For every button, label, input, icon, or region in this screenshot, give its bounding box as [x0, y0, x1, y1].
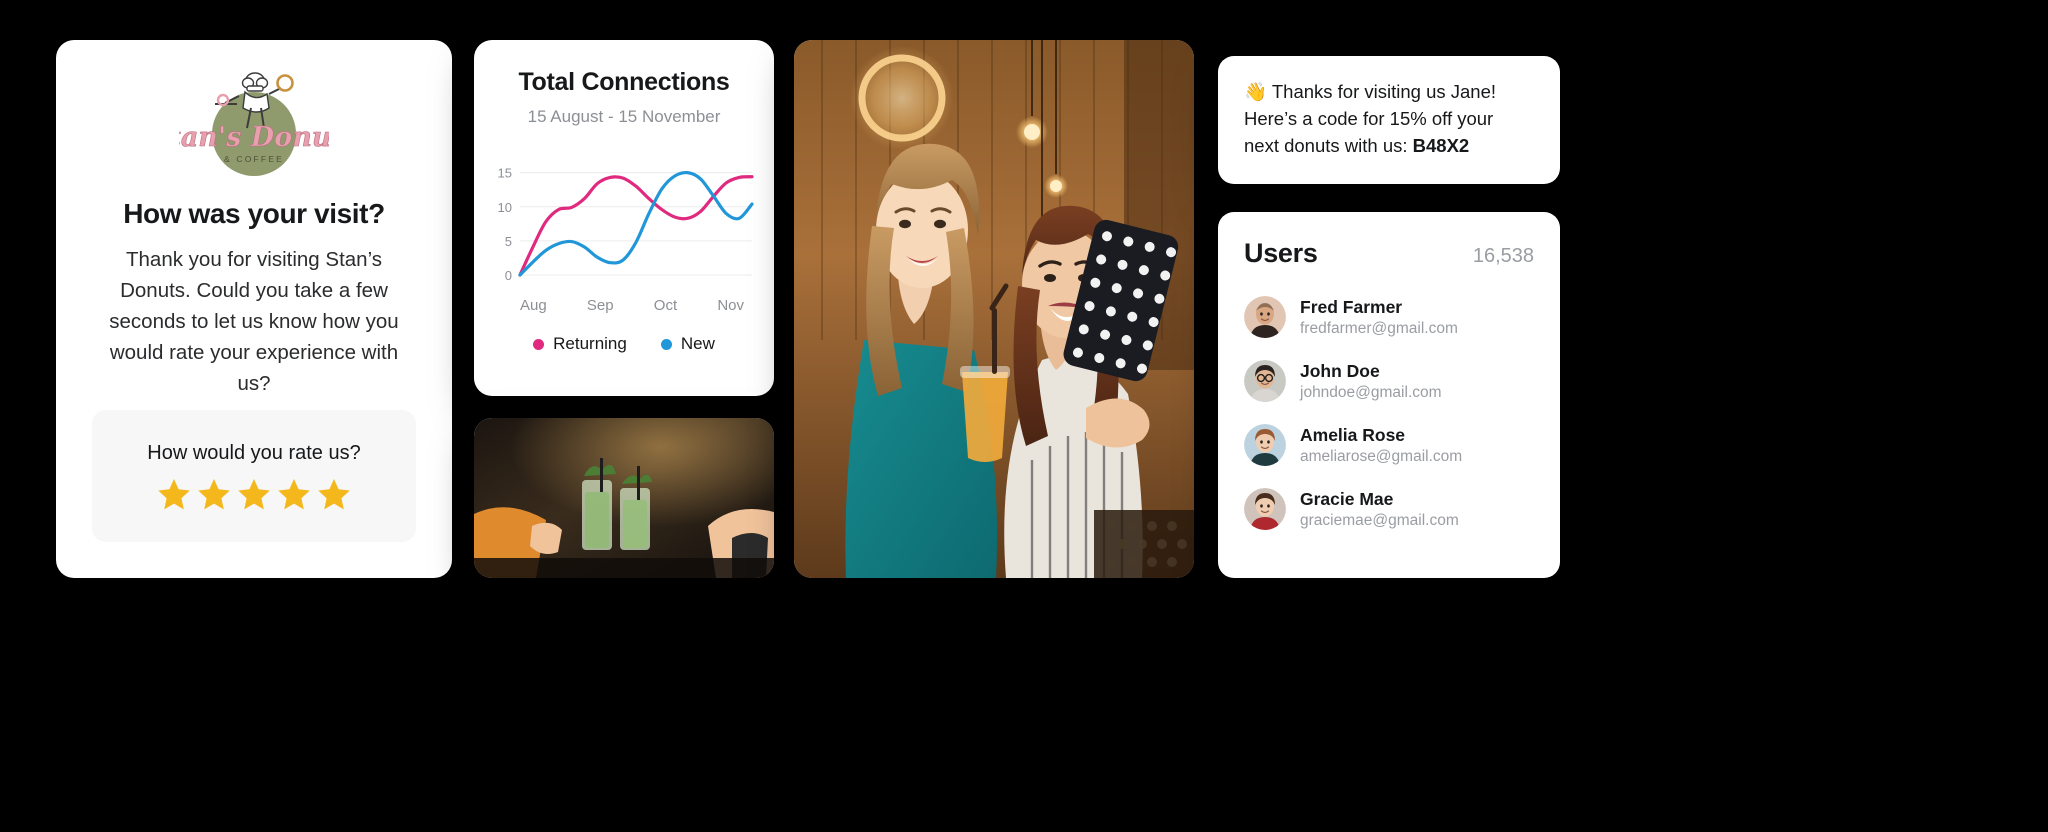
star-icon[interactable] [157, 477, 191, 511]
legend-item[interactable]: New [660, 334, 715, 354]
x-tick-label: Oct [653, 297, 678, 314]
promo-code: B48X2 [1412, 135, 1470, 156]
avatar-john-doe-icon [1244, 360, 1286, 402]
legend-dot-icon [533, 338, 545, 350]
wave-emoji-icon: 👋 [1244, 81, 1268, 102]
svg-text:& COFFEE: & COFFEE [224, 154, 284, 164]
user-name: Gracie Mae [1300, 488, 1394, 509]
chart-title: Total Connections [518, 68, 730, 96]
screenshot-stage: Stan's Donuts & COFFEE How was your visi… [0, 0, 2048, 832]
svg-text:5: 5 [505, 234, 512, 249]
legend-label: New [680, 334, 715, 353]
legend-label: Returning [553, 334, 627, 353]
promo-line-3-prefix: next donuts with us: [1244, 135, 1413, 156]
star-icon[interactable] [317, 477, 351, 511]
chart-plot-area: 0 5 10 15 [490, 145, 758, 293]
x-tick-label: Sep [586, 297, 614, 314]
feedback-title: How was your visit? [123, 198, 385, 229]
user-list-item[interactable]: Fred Farmer fredfarmer@gmail.com [1244, 285, 1534, 349]
legend-item[interactable]: Returning [533, 334, 627, 354]
user-list-item[interactable]: Amelia Rose ameliarose@gmail.com [1244, 413, 1534, 477]
chart-legend: Returning New [474, 334, 774, 354]
photo-card-selfie [794, 40, 1194, 578]
legend-dot-icon [660, 338, 672, 350]
stans-donuts-logo: Stan's Donuts & COFFEE [56, 56, 452, 188]
user-list: Fred Farmer fredfarmer@gmail.com John Doe j… [1244, 285, 1534, 541]
star-icon[interactable] [277, 477, 311, 511]
user-name: Fred Farmer [1300, 296, 1403, 317]
user-email: johndoe@gmail.com [1300, 383, 1442, 401]
x-tick-label: Aug [520, 297, 547, 314]
chart-x-axis: Aug Sep Oct Nov [520, 297, 744, 314]
promo-message-text: 👋 Thanks for visiting us Jane! Here’s a c… [1244, 78, 1534, 159]
user-list-item[interactable]: John Doe johndoe@gmail.com [1244, 349, 1534, 413]
chart-subtitle: 15 August - 15 November [527, 107, 721, 126]
avatar [1244, 424, 1286, 466]
users-count: 16,538 [1472, 245, 1534, 267]
svg-text:10: 10 [498, 200, 512, 215]
users-header: Users 16,538 [1244, 238, 1534, 269]
user-list-item[interactable]: Gracie Mae graciemae@gmail.com [1244, 477, 1534, 541]
star-icon[interactable] [197, 477, 231, 511]
selfie-photo [794, 40, 1194, 578]
star-icon[interactable] [237, 477, 271, 511]
chef-donut-logo-icon: Stan's Donuts & COFFEE [179, 72, 329, 176]
user-email: fredfarmer@gmail.com [1300, 319, 1458, 337]
users-card: Users 16,538 Fred Farmer fredfarmer@gmail… [1218, 212, 1560, 578]
user-email: graciemae@gmail.com [1300, 511, 1459, 529]
avatar [1244, 296, 1286, 338]
star-rating[interactable] [157, 477, 351, 511]
series-0 [518, 175, 754, 277]
avatar-fred-farmer-icon [1244, 296, 1286, 338]
users-title: Users [1244, 238, 1318, 268]
feedback-body: Thank you for visiting Stan’s Donuts. Co… [109, 248, 399, 395]
svg-text:15: 15 [498, 166, 512, 181]
feedback-card: Stan's Donuts & COFFEE How was your visi… [56, 40, 452, 578]
promo-line-2: Here’s a code for 15% off your [1244, 108, 1494, 129]
bar-drinks-photo [474, 418, 774, 578]
avatar [1244, 360, 1286, 402]
svg-text:Stan's Donuts: Stan's Donuts [179, 122, 329, 153]
avatar-gracie-mae-icon [1244, 488, 1286, 530]
promo-line-1: Thanks for visiting us Jane! [1271, 81, 1497, 102]
promo-message-card: 👋 Thanks for visiting us Jane! Here’s a c… [1218, 56, 1560, 184]
rating-label: How would you rate us? [147, 441, 361, 464]
rating-panel: How would you rate us? [92, 410, 416, 542]
photo-card-bar-drinks [474, 418, 774, 578]
user-name: John Doe [1300, 360, 1380, 381]
user-email: ameliarose@gmail.com [1300, 447, 1463, 465]
avatar [1244, 488, 1286, 530]
user-name: Amelia Rose [1300, 424, 1406, 445]
avatar-amelia-rose-icon [1244, 424, 1286, 466]
svg-text:0: 0 [505, 268, 512, 283]
total-connections-card: Total Connections 15 August - 15 Novembe… [474, 40, 774, 396]
x-tick-label: Nov [717, 297, 744, 314]
line-chart: 0 5 10 15 [498, 166, 754, 283]
